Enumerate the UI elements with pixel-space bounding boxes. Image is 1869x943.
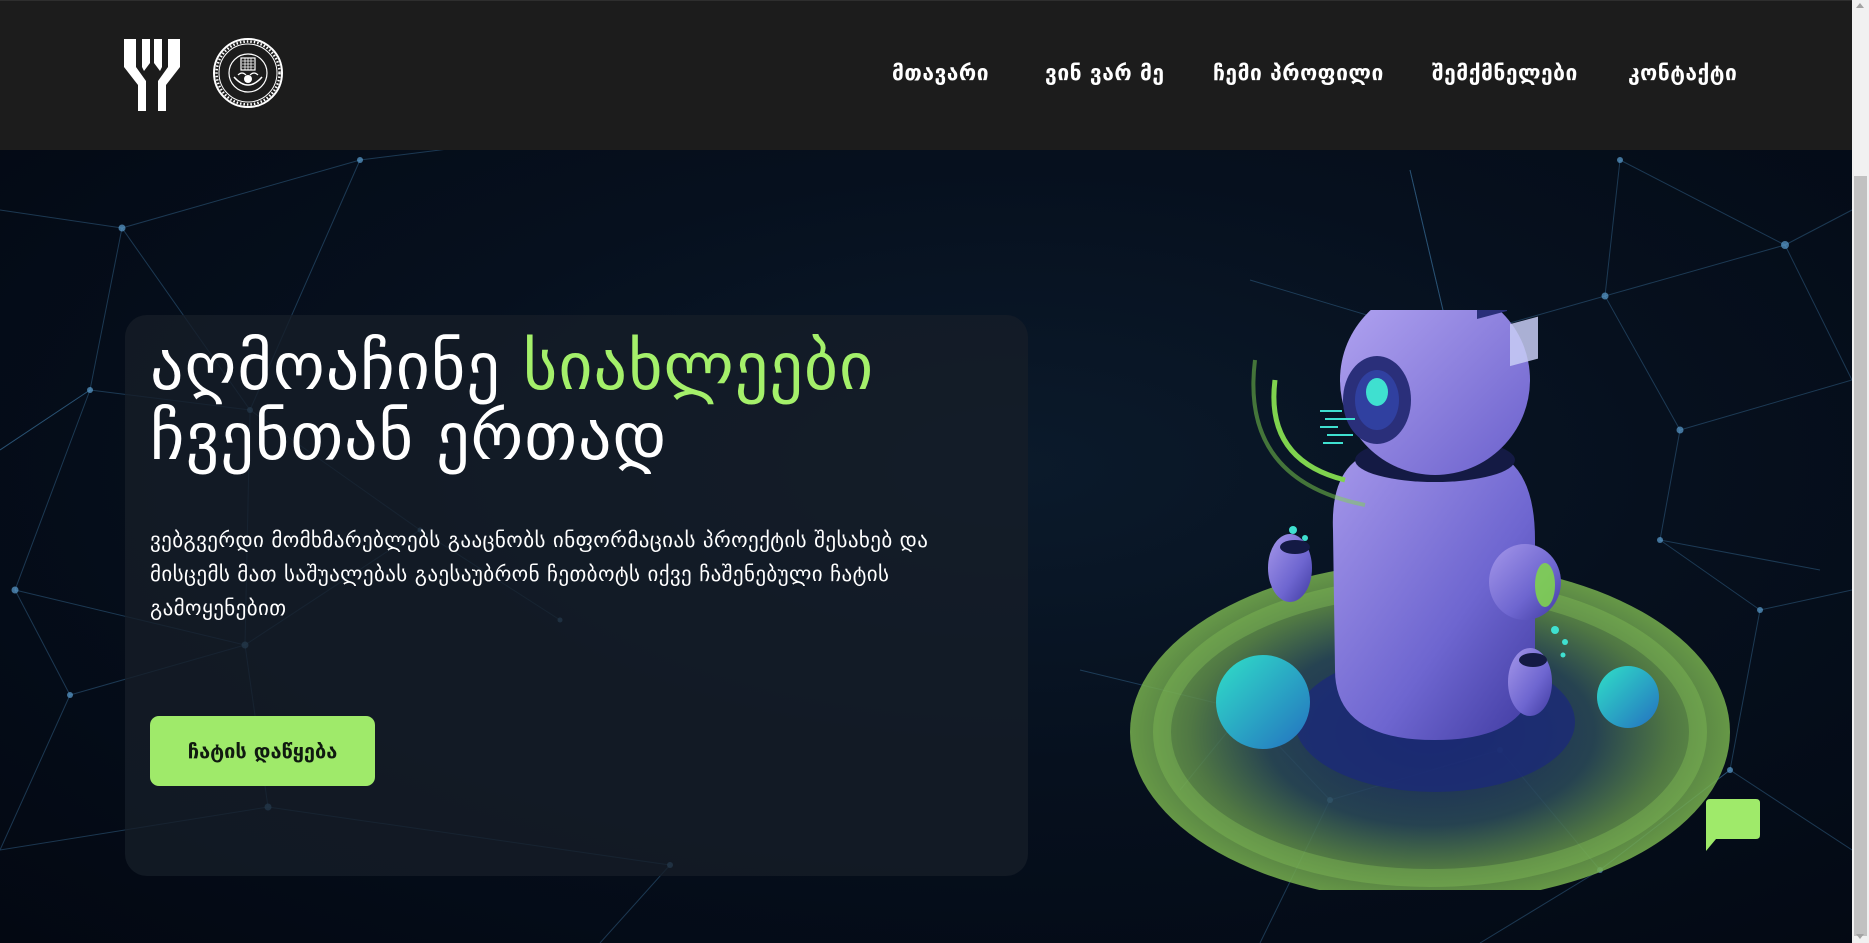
robot-illustration [1130, 310, 1730, 890]
nav-item-home[interactable]: მთავარი [892, 61, 989, 85]
hero-description: ვებგვერდი მომხმარებლებს გააცნობს ინფორმა… [150, 528, 929, 620]
headline-accent: სიახლეები [522, 328, 875, 405]
scroll-down-arrow-icon[interactable] [1856, 934, 1864, 939]
chat-bubble-icon[interactable] [1702, 799, 1760, 851]
main-nav: მთავარი ვინ ვარ მე ჩემი პროფილი შემქმნელ… [0, 61, 1852, 91]
nav-item-about[interactable]: ვინ ვარ მე [1045, 61, 1165, 85]
nav-item-profile[interactable]: ჩემი პროფილი [1213, 61, 1384, 85]
site-header: მთავარი ვინ ვარ მე ჩემი პროფილი შემქმნელ… [0, 0, 1852, 150]
scroll-up-arrow-icon[interactable] [1856, 3, 1864, 8]
nav-item-creators[interactable]: შემქმნელები [1432, 61, 1578, 85]
page-scrollbar[interactable] [1852, 0, 1869, 943]
hero-headline: აღმოაჩინე სიახლეები ჩვენთან ერთად [150, 332, 970, 472]
scroll-thumb[interactable] [1854, 176, 1867, 936]
headline-part2: ჩვენთან ერთად [150, 398, 668, 475]
headline-part1: აღმოაჩინე [150, 328, 523, 405]
hero-section: აღმოაჩინე სიახლეები ჩვენთან ერთად ვებგვერ… [0, 150, 1852, 943]
nav-item-contact[interactable]: კონტაქტი [1628, 61, 1737, 85]
start-chat-button[interactable]: ჩატის დაწყება [150, 716, 375, 786]
